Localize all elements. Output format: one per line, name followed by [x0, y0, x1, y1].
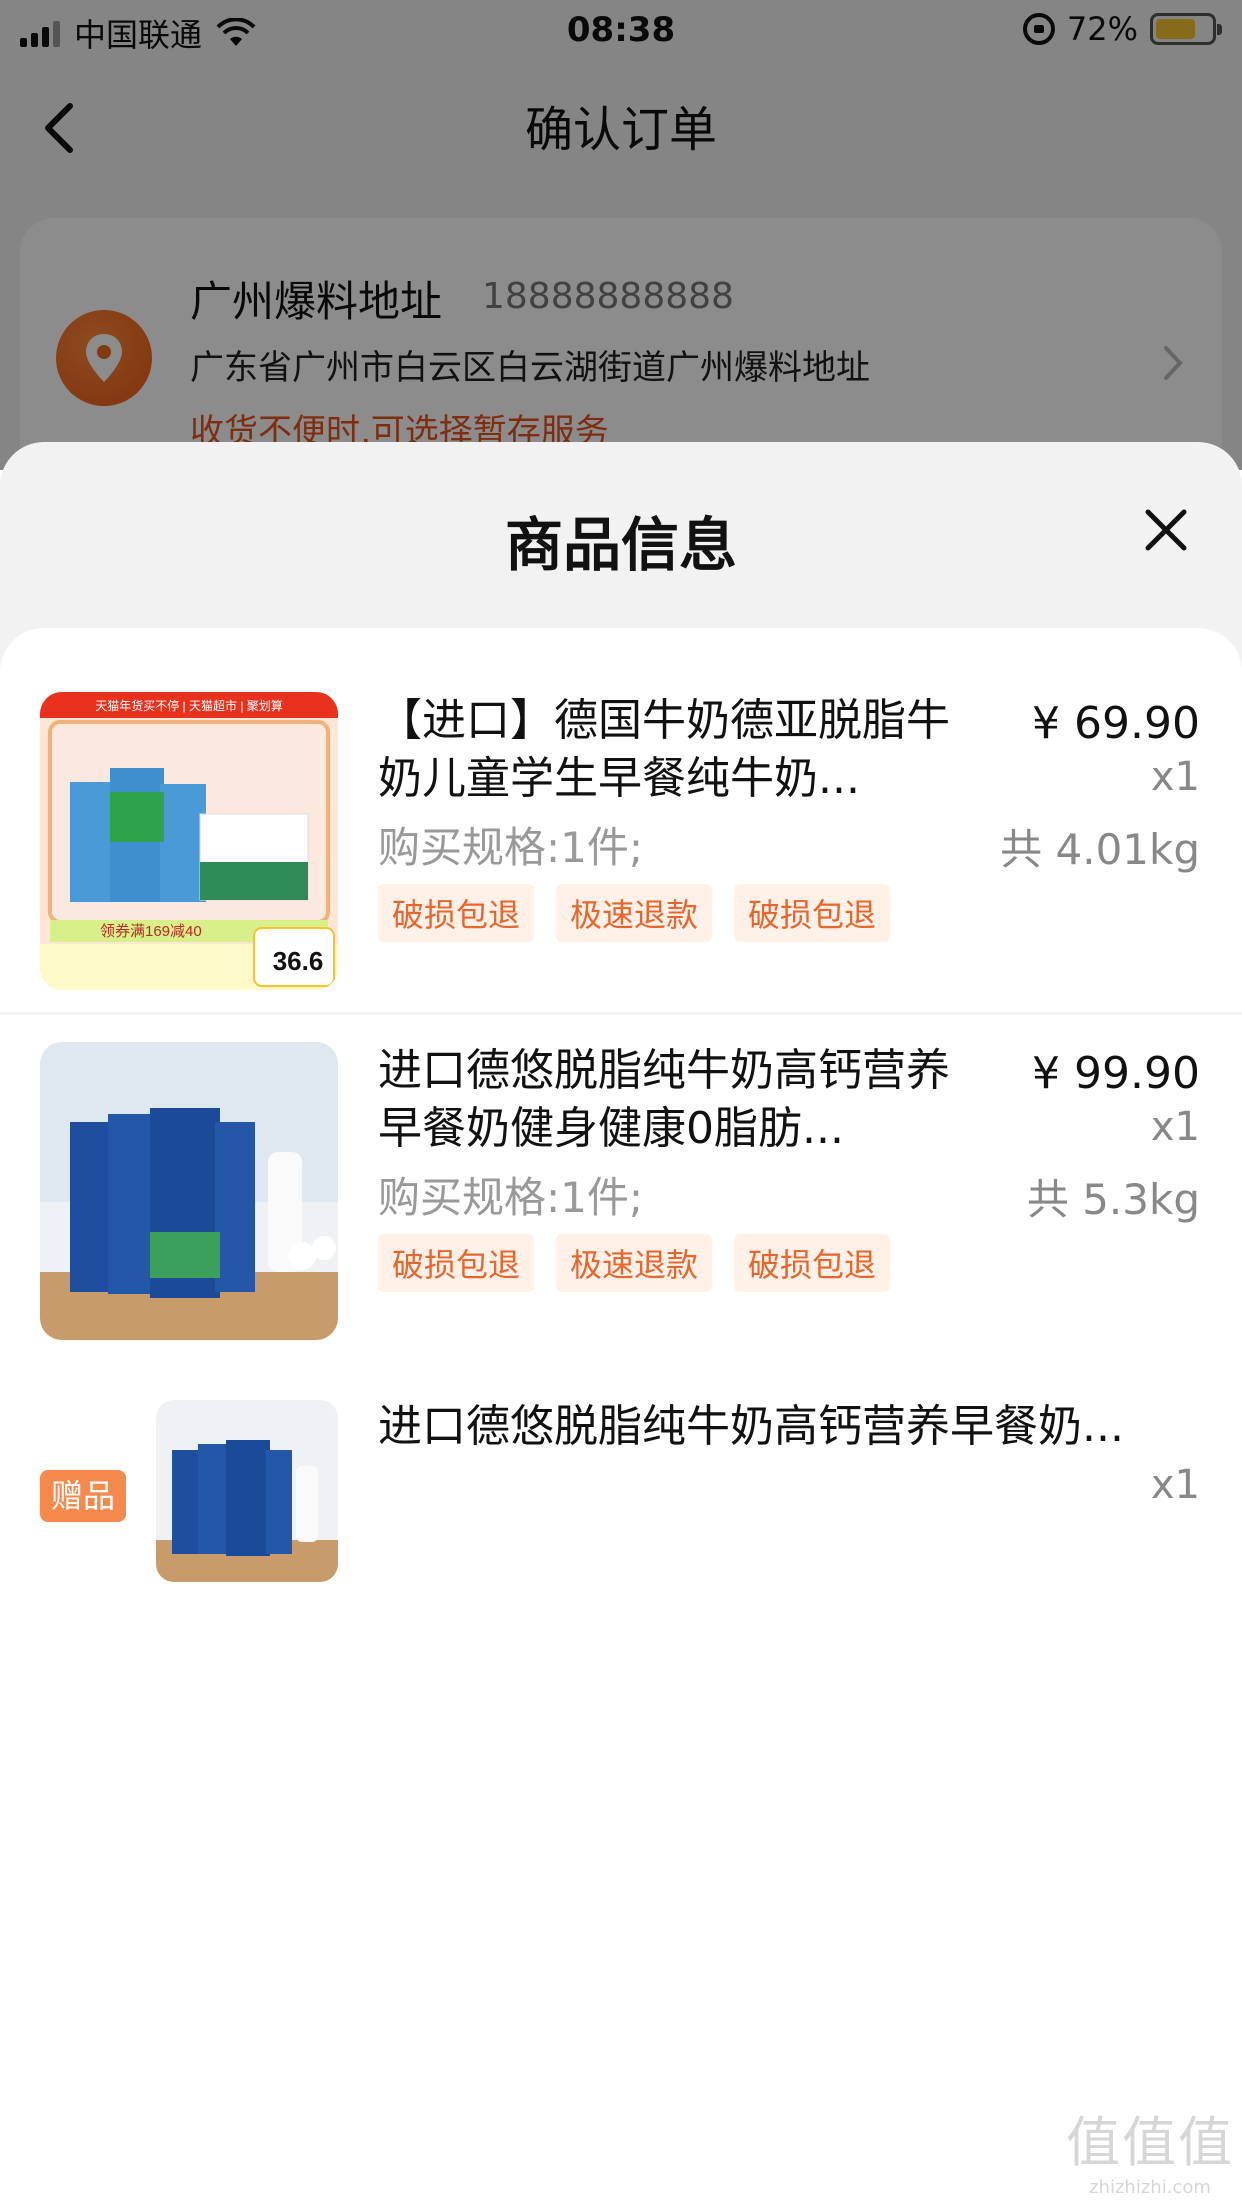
item-quantity: x1 [1150, 754, 1200, 800]
gift-quantity: x1 [1150, 1462, 1200, 1508]
gift-image [156, 1400, 338, 1582]
item-quantity: x1 [1150, 1104, 1200, 1150]
service-tag: 破损包退 [378, 884, 535, 942]
gift-badge: 赠品 [40, 1470, 126, 1522]
watermark-url: zhizhizhi.com [1089, 2177, 1211, 2198]
item-title: 【进口】德国牛奶德亚脱脂牛奶儿童学生早餐纯牛奶... [378, 695, 950, 804]
sheet-title: 商品信息 [504, 511, 737, 579]
service-tag: 破损包退 [734, 1234, 891, 1292]
service-tag: 极速退款 [556, 1234, 713, 1292]
service-tag: 极速退款 [556, 884, 713, 942]
product-image-price: 36.6 [273, 946, 324, 976]
product-info-sheet: 商品信息 天猫年货买不停 | 天猫超市 | 聚划算 领券满169减40 36.6… [0, 442, 1242, 2208]
product-image [40, 1042, 338, 1340]
item-price: ¥ 99.90 [1032, 1048, 1200, 1099]
gift-item[interactable]: 赠品 进口德悠脱脂纯牛奶高钙营养早餐奶... x1 [0, 1388, 1242, 1618]
item-tags: 破损包退 极速退款 破损包退 [378, 1234, 891, 1292]
item-weight: 共 4.01kg [1000, 825, 1200, 874]
item-spec: 购买规格:1件; [378, 823, 644, 872]
product-image-banner: 天猫年货买不停 | 天猫超市 | 聚划算 [95, 698, 283, 713]
product-image-coupon: 领券满169减40 [100, 923, 202, 940]
service-tag: 破损包退 [734, 884, 891, 942]
list-item[interactable]: 天猫年货买不停 | 天猫超市 | 聚划算 领券满169减40 36.6 【进口】… [0, 628, 1242, 990]
item-title: 进口德悠脱脂纯牛奶高钙营养早餐奶健身健康0脂肪... [378, 1045, 950, 1154]
list-item[interactable]: 进口德悠脱脂纯牛奶高钙营养早餐奶健身健康0脂肪... ¥ 99.90 x1 共 … [0, 1028, 1242, 1368]
item-price: ¥ 69.90 [1032, 698, 1200, 749]
item-spec: 购买规格:1件; [378, 1173, 644, 1222]
watermark-logo: 值值值 [1066, 2111, 1234, 2174]
page: 中国联通 08:38 72% 确认订单 广州爆料地址 18888888888 广… [0, 0, 1242, 2208]
close-icon[interactable] [1142, 506, 1190, 554]
divider [0, 1012, 1242, 1015]
watermark: 值值值 zhizhizhi.com [1066, 2098, 1234, 2198]
product-image: 天猫年货买不停 | 天猫超市 | 聚划算 领券满169减40 36.6 [40, 692, 338, 990]
service-tag: 破损包退 [378, 1234, 535, 1292]
dim-overlay[interactable] [0, 0, 1242, 470]
item-weight: 共 5.3kg [1026, 1175, 1200, 1224]
item-tags: 破损包退 极速退款 破损包退 [378, 884, 891, 942]
gift-title: 进口德悠脱脂纯牛奶高钙营养早餐奶... [378, 1401, 1124, 1452]
product-list: 天猫年货买不停 | 天猫超市 | 聚划算 领券满169减40 36.6 【进口】… [0, 628, 1242, 2208]
